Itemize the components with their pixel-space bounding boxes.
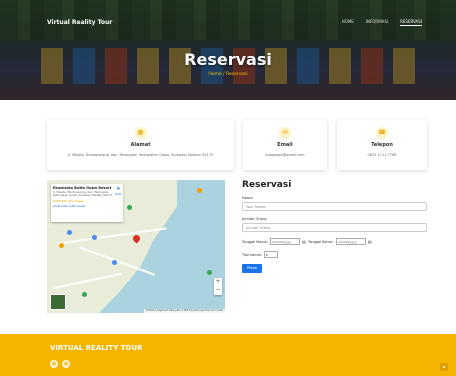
breadcrumb[interactable]: Home / Reservasi [0,72,456,77]
checkout-label: Tanggal Keluar: [307,239,334,244]
calendar-icon[interactable]: ▤ [302,239,306,244]
map-directions-button[interactable]: ➤ Rute [115,186,122,196]
name-input[interactable]: Your Name [242,202,427,211]
nav-item-reservasi[interactable]: Reservasi [400,19,422,26]
submit-button[interactable]: Pesan [242,264,262,273]
satellite-toggle[interactable] [50,294,66,310]
card-email: ✉ Email butagowa@gmail.com [243,120,327,170]
zoom-in-icon[interactable]: + [214,278,222,286]
mail-icon: ✉ [279,127,291,139]
calendar-icon[interactable]: ▤ [368,239,372,244]
checkout-date-input[interactable]: mm/dd/yyyy [335,238,366,245]
name-label: Nama [242,196,253,200]
reservation-form: Reservasi Nama Your Name Jumlah Orang Ju… [242,180,427,273]
map-directions-label: Rute [115,192,122,196]
room-type-label: Tipe kamar: [242,252,263,257]
phone-icon: ☎ [376,127,388,139]
zoom-out-icon[interactable]: − [214,286,222,294]
card-email-value: butagowa@gmail.com [265,153,305,157]
instagram-icon[interactable]: ◉ [50,360,58,368]
arrow-up-icon: ▴ [442,364,446,370]
map-poi-marker[interactable] [92,235,97,240]
site-brand[interactable]: Virtual Reality Tour [47,19,112,26]
map-icon: ▦ [134,127,147,139]
map-footer: Pintasan keyboard Data peta ©2023 Syarat… [144,309,225,313]
nav-item-informasi[interactable]: Informasi [366,19,388,26]
room-row: Tipe kamar: ▾ [242,251,427,258]
date-row: Tanggal Masuk: mm/dd/yyyy ▤ Tanggal Kelu… [242,238,427,245]
main-nav: Home Informasi Reservasi [342,19,422,26]
quantity-input[interactable]: Jumlah Orang [242,223,427,232]
map-place-address: Jl. Wisata, Bontoparang, Kec. Parangloe,… [53,190,113,198]
checkin-date-input[interactable]: mm/dd/yyyy [270,238,301,245]
card-phone-title: Telepon [371,142,393,148]
map-larger-link[interactable]: Lihat peta lebih besar [53,204,121,208]
map-place-rating: ★★★★★ 155 ulasan [53,198,84,203]
map-poi-marker[interactable] [82,292,87,297]
map-poi-marker[interactable] [197,188,202,193]
map-poi-marker[interactable] [207,270,212,275]
map-zoom-control[interactable]: + − [214,278,222,295]
back-to-top-button[interactable]: ▴ [440,363,448,371]
map-poi-marker[interactable] [67,230,72,235]
checkin-label: Tanggal Masuk: [242,239,269,244]
room-type-select[interactable]: ▾ [264,251,279,258]
card-email-title: Email [277,142,293,148]
card-phone: ☎ Telepon 0822 1111 7766 [337,120,427,170]
footer-title: VIRTUAL REALITY TOUR [50,344,143,352]
card-address: ▦ Alamat Jl. Wisata, Bontoparang, Kec. P… [47,120,234,170]
form-title: Reservasi [242,180,292,190]
quantity-label: Jumlah Orang [242,217,267,221]
nav-item-home[interactable]: Home [342,19,354,26]
map-info-card: Ekowisata Butta Gowa Resort Jl. Wisata, … [51,184,123,222]
google-map[interactable]: Ekowisata Butta Gowa Resort Jl. Wisata, … [47,180,225,313]
card-address-title: Alamat [130,142,151,148]
hero-banner: Virtual Reality Tour Home Informasi Rese… [0,0,456,100]
page-title: Reservasi [184,50,272,69]
facebook-icon[interactable]: ◉ [62,360,70,368]
card-phone-value: 0822 1111 7766 [367,153,397,157]
map-poi-marker[interactable] [127,205,132,210]
map-poi-marker[interactable] [112,260,117,265]
card-address-value: Jl. Wisata, Bontoparang, Kec. Parangloe,… [67,153,214,157]
map-poi-marker[interactable] [59,243,64,248]
footer: VIRTUAL REALITY TOUR ◉ ◉ [0,334,456,376]
